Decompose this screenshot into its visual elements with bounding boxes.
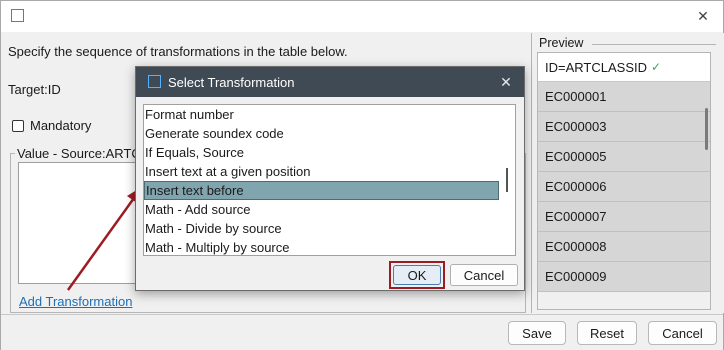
dialog-close-button[interactable]: ✕ <box>496 72 516 92</box>
footer-bar: Save Reset Cancel <box>1 314 723 350</box>
window-icon <box>11 9 24 22</box>
preview-row: EC000005 <box>538 142 710 172</box>
mandatory-checkbox[interactable]: Mandatory <box>12 118 91 133</box>
list-item[interactable]: Math - Add source <box>144 200 515 219</box>
list-item[interactable]: If Equals, Source <box>144 143 515 162</box>
group-title: Value - Source:ARTC <box>15 146 143 161</box>
preview-header-label: ID=ARTCLASSID <box>545 59 647 75</box>
preview-row: EC000003 <box>538 112 710 142</box>
preview-row: EC000008 <box>538 232 710 262</box>
list-scrollbar[interactable] <box>506 168 508 192</box>
preview-row: EC000009 <box>538 262 710 292</box>
transformation-list[interactable]: Format number Generate soundex code If E… <box>143 104 516 256</box>
instructions-text: Specify the sequence of transformations … <box>8 44 348 59</box>
ok-highlight: OK <box>389 261 445 289</box>
preview-row: EC000001 <box>538 82 710 112</box>
preview-row: EC000006 <box>538 172 710 202</box>
list-item[interactable]: Generate soundex code <box>144 124 515 143</box>
preview-header: ID=ARTCLASSID ✓ <box>538 53 710 82</box>
preview-divider <box>592 44 716 45</box>
add-transformation-link[interactable]: Add Transformation <box>19 294 132 309</box>
dialog-title: Select Transformation <box>168 75 295 90</box>
checkbox-box[interactable] <box>12 119 24 132</box>
preview-row: EC000007 <box>538 202 710 232</box>
window-close-button[interactable]: ✕ <box>691 5 715 27</box>
list-item[interactable]: Format number <box>144 105 515 124</box>
save-button[interactable]: Save <box>508 321 566 345</box>
window-titlebar: ✕ <box>1 1 723 32</box>
preview-scrollbar[interactable] <box>705 108 708 150</box>
target-label: Target:ID <box>8 82 61 97</box>
dialog-cancel-button[interactable]: Cancel <box>450 264 518 286</box>
dialog-icon <box>148 75 161 88</box>
dialog-titlebar: Select Transformation ✕ <box>136 67 524 97</box>
list-item-selected[interactable]: Insert text before <box>144 181 499 200</box>
mandatory-label: Mandatory <box>30 118 92 133</box>
preview-title: Preview <box>539 36 584 50</box>
preview-table[interactable]: ID=ARTCLASSID ✓ EC000001 EC000003 EC0000… <box>537 52 711 310</box>
cancel-button[interactable]: Cancel <box>648 321 717 345</box>
list-item[interactable]: Insert text at a given position <box>144 162 515 181</box>
select-transformation-dialog: Select Transformation ✕ Format number Ge… <box>135 66 525 291</box>
preview-panel: Preview ID=ARTCLASSID ✓ EC000001 EC00000… <box>531 33 724 313</box>
list-item[interactable]: Math - Multiply by source <box>144 238 515 255</box>
reset-button[interactable]: Reset <box>577 321 637 345</box>
list-item[interactable]: Math - Divide by source <box>144 219 515 238</box>
check-icon: ✓ <box>651 60 662 74</box>
ok-button[interactable]: OK <box>393 265 441 285</box>
